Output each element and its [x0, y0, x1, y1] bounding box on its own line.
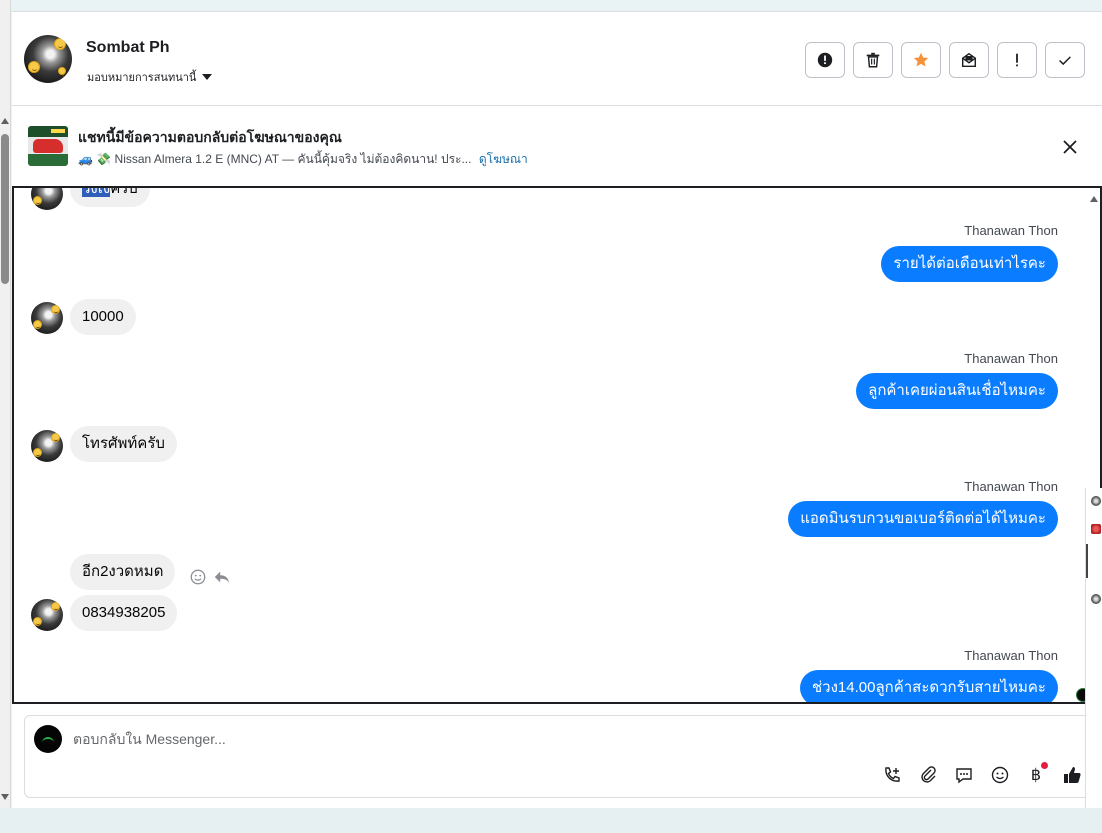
contact-name[interactable]: Sombat Ph — [86, 39, 170, 57]
contact-avatar-small — [31, 430, 63, 462]
avatar[interactable] — [1091, 524, 1101, 534]
emoji-icon — [991, 766, 1009, 784]
baht-icon: ฿ — [1030, 767, 1042, 784]
exclamation-icon — [1016, 53, 1018, 67]
smiley-icon — [33, 617, 42, 626]
incoming-message[interactable]: โทรศัพท์ครับ — [70, 426, 177, 462]
sender-name: Thanawan Thon — [964, 479, 1058, 494]
thread-scroll-up-icon[interactable] — [1090, 196, 1098, 202]
smiley-icon — [51, 305, 60, 314]
smiley-icon — [51, 602, 60, 611]
close-icon[interactable] — [1060, 137, 1080, 157]
divider — [1086, 544, 1088, 578]
assign-label: มอบหมายการสนทนานี้ — [87, 72, 197, 84]
emoji-button[interactable] — [989, 764, 1011, 786]
reply-icon[interactable] — [213, 568, 231, 586]
message-text: ครับ — [110, 186, 138, 197]
outgoing-message[interactable]: รายได้ต่อเดือนเท่าไรคะ — [881, 246, 1058, 282]
banner-title: แชทนี้มีข้อความตอบกลับต่อโฆษณาของคุณ — [78, 129, 342, 145]
thumbs-up-icon — [1064, 767, 1081, 783]
envelope-open-icon — [961, 52, 977, 68]
outgoing-message[interactable]: แอดมินรบกวนขอเบอร์ติดต่อได้ไหมคะ — [788, 501, 1058, 537]
sender-name: Thanawan Thon — [964, 351, 1058, 366]
trash-icon — [866, 52, 880, 68]
avatar[interactable] — [1091, 496, 1101, 506]
check-icon — [1059, 56, 1071, 66]
assign-conversation-dropdown[interactable]: มอบหมายการสนทนานี้ — [87, 68, 213, 86]
price-tag — [51, 129, 65, 133]
banner-subtitle: 🚙 💸 Nissan Almera 1.2 E (MNC) AT — คันนี… — [78, 150, 528, 169]
ad-thumbnail[interactable] — [28, 126, 68, 166]
scroll-up-arrow-icon[interactable] — [1, 118, 9, 124]
incoming-message[interactable]: 0834938205 — [70, 595, 178, 631]
page-footer-background — [0, 808, 1102, 833]
smiley-icon — [33, 320, 42, 329]
contact-avatar[interactable] — [24, 35, 72, 83]
incoming-message[interactable]: อีก2งวดหมด — [70, 554, 176, 590]
notification-dot — [1041, 762, 1048, 769]
caret-down-icon — [202, 74, 213, 80]
message-thread[interactable]: วงเงครับ Thanawan Thon รายได้ต่อเดือนเท่… — [12, 186, 1102, 704]
smiley-icon — [33, 196, 42, 205]
conversation-header: Sombat Ph มอบหมายการสนทนานี้ — [12, 12, 1102, 106]
incoming-message[interactable]: วงเงครับ — [70, 186, 150, 207]
smiley-icon — [51, 433, 60, 442]
smiley-icon — [54, 38, 66, 50]
saved-reply-icon — [956, 768, 972, 784]
star-icon — [913, 52, 929, 67]
reply-input[interactable] — [73, 728, 773, 750]
scroll-thumb[interactable] — [1, 134, 9, 284]
alert-circle-icon — [817, 52, 833, 68]
call-button[interactable] — [881, 764, 903, 786]
payment-button[interactable]: ฿ — [1025, 762, 1048, 786]
phone-add-icon — [885, 767, 900, 782]
like-button[interactable] — [1061, 764, 1083, 786]
selected-text: วงเง — [82, 188, 111, 197]
composer-tools: ฿ — [881, 762, 1083, 786]
sender-name: Thanawan Thon — [964, 223, 1058, 238]
follow-up-button[interactable] — [997, 42, 1037, 78]
page-avatar — [34, 725, 62, 753]
view-ad-link[interactable]: ดูโฆษณา — [479, 152, 528, 166]
ad-reply-banner: แชทนี้มีข้อความตอบกลับต่อโฆษณาของคุณ 🚙 💸… — [12, 107, 1102, 187]
star-button[interactable] — [901, 42, 941, 78]
contact-avatar-small — [31, 188, 63, 210]
mark-done-button[interactable] — [1045, 42, 1085, 78]
spam-alert-button[interactable] — [805, 42, 845, 78]
avatar[interactable] — [1091, 594, 1101, 604]
page-scrollbar[interactable] — [0, 0, 11, 808]
message-actions — [189, 568, 231, 586]
scroll-down-arrow-icon[interactable] — [1, 794, 9, 800]
contact-avatar-small — [31, 302, 63, 334]
outgoing-message[interactable]: ลูกค้าเคยผ่อนสินเชื่อไหมคะ — [856, 373, 1058, 409]
conversation-panel: Sombat Ph มอบหมายการสนทนานี้ แชทนี้มีข้อ… — [12, 11, 1102, 808]
outgoing-message[interactable]: ช่วง14.00ลูกค้าสะดวกรับสายไหมคะ — [799, 670, 1058, 702]
incoming-message[interactable]: 10000 — [70, 299, 136, 335]
reply-composer: ฿ — [24, 715, 1090, 798]
smiley-icon — [33, 448, 42, 457]
smiley-icon — [28, 61, 40, 73]
contact-avatar-small — [31, 599, 63, 631]
side-panel-edge — [1085, 488, 1102, 823]
sender-name: Thanawan Thon — [964, 648, 1058, 663]
saved-replies-button[interactable] — [953, 764, 975, 786]
header-actions — [805, 42, 1085, 78]
react-emoji-icon[interactable] — [189, 568, 207, 586]
delete-button[interactable] — [853, 42, 893, 78]
smiley-icon — [58, 67, 67, 77]
car-image — [33, 139, 63, 153]
mark-unread-button[interactable] — [949, 42, 989, 78]
attach-button[interactable] — [917, 764, 939, 786]
ad-caption: 🚙 💸 Nissan Almera 1.2 E (MNC) AT — คันนี… — [78, 152, 472, 166]
paperclip-icon — [921, 766, 936, 783]
